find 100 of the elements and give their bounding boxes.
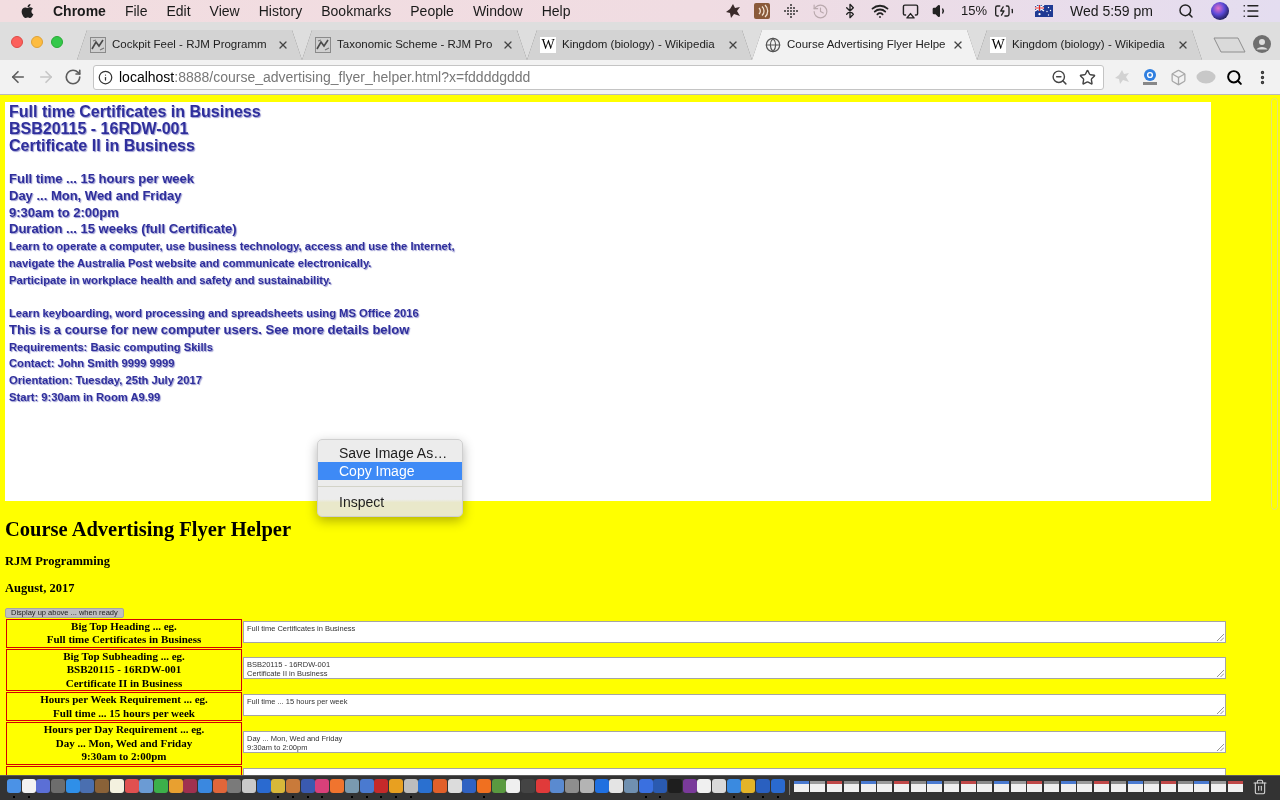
circle-badge-icon[interactable] (1142, 68, 1158, 86)
window-thumbnail-icon[interactable] (860, 781, 876, 792)
flyer-text-line: Start: 9:30am in Room A9.99 (9, 389, 161, 405)
site-favicon: W (990, 37, 1006, 53)
menu-item[interactable]: Chrome (53, 0, 106, 22)
list-icon[interactable] (1242, 2, 1260, 20)
menu-item[interactable]: Edit (166, 0, 191, 22)
menu-item[interactable]: File (124, 0, 148, 22)
url-field[interactable]: localhost:8888/course_advertising_flyer_helper.html?x=fddddgddd (93, 64, 1104, 90)
browser-tab[interactable]: Taxonomic Scheme - RJM Pro (302, 30, 527, 60)
zoom-out-icon[interactable] (1051, 68, 1068, 86)
resize-handle-icon[interactable] (1217, 743, 1224, 751)
orb-icon[interactable] (1211, 2, 1229, 20)
page-title: Course Advertising Flyer Helper (5, 517, 291, 541)
window-thumbnail-icon[interactable] (1010, 781, 1026, 792)
window-thumbnail-icon[interactable] (1227, 781, 1243, 792)
window-thumbnail-icon[interactable] (927, 781, 943, 792)
resize-handle-icon[interactable] (1217, 670, 1224, 678)
flyer-heading: Full time Certificates in Business (9, 104, 261, 121)
close-icon[interactable] (952, 39, 964, 51)
flyer-text-line: Duration ... 15 weeks (full Certificate) (9, 221, 237, 238)
flyer-text-line: 9:30am to 2:00pm (9, 204, 119, 222)
window-thumbnail-icon[interactable] (1060, 781, 1076, 792)
window-thumbnail-icon[interactable] (943, 781, 959, 792)
star-icon[interactable] (1079, 68, 1096, 86)
window-thumbnail-icon[interactable] (1194, 781, 1210, 792)
app-icon[interactable] (403, 779, 418, 798)
search-icon[interactable] (1178, 3, 1194, 19)
window-thumbnail-icon[interactable] (977, 781, 993, 792)
window-thumbnail-icon[interactable] (893, 781, 909, 792)
window-thumbnail-icon[interactable] (1177, 781, 1193, 792)
window-thumbnail-icon[interactable] (843, 781, 859, 792)
menu-item[interactable]: Window (472, 0, 523, 22)
window-thumbnail-icon[interactable] (1127, 781, 1143, 792)
label-cell: Big Top Subheading ... eg. BSB20115 - 16RDW-001 Certificate II in Business (6, 648, 242, 691)
window-thumbnail-icon[interactable] (910, 781, 926, 792)
close-icon[interactable] (1177, 39, 1189, 51)
close-icon[interactable] (502, 39, 514, 51)
close-icon[interactable] (277, 39, 289, 51)
flyer-text-line: navigate the Australia Post website and communicate electronically. (9, 255, 372, 271)
window-thumbnail-icon[interactable] (994, 781, 1009, 792)
wifi-icon[interactable] (870, 2, 889, 20)
menu-item[interactable]: Help (541, 0, 571, 22)
date-text: August, 2017 (5, 580, 75, 596)
window-thumbnail-icon[interactable] (827, 781, 843, 792)
menu-item[interactable]: History (258, 0, 303, 22)
trash-icon[interactable] (1251, 779, 1268, 795)
window-thumbnail-icon[interactable] (1077, 781, 1093, 792)
app-icon[interactable] (271, 779, 286, 798)
splat-icon[interactable] (724, 3, 741, 19)
info-icon[interactable] (98, 69, 113, 85)
browser-tab[interactable]: Cockpit Feel - RJM Programm (77, 30, 302, 60)
browser-tab[interactable]: Course Advertising Flyer Helpe (752, 30, 977, 60)
close-icon[interactable] (727, 39, 739, 51)
label-cell: Big Top Heading ... eg. Full time Certificates in Business (6, 618, 242, 648)
window-thumbnail-icon[interactable] (1210, 781, 1226, 792)
menu-item[interactable]: Inspect (318, 493, 462, 511)
window-thumbnail-icon[interactable] (1110, 781, 1126, 792)
thumbnail-icon (90, 37, 106, 53)
window-thumbnail-icon[interactable] (877, 781, 893, 792)
flyer-text-line: Full time ... 15 hours per week (9, 171, 194, 188)
window-thumbnail-icon[interactable] (960, 781, 976, 792)
window-thumbnail-icon[interactable] (1027, 781, 1043, 792)
flyer-text-line: Learn to operate a computer, use business technology, access and use the Internet, (9, 239, 455, 254)
app-icon[interactable] (741, 779, 756, 798)
search-icon[interactable] (1225, 68, 1243, 86)
url-text: localhost:8888/course_advertising_flyer_helper.html?x=fddddgddd (119, 68, 531, 86)
globe-icon (765, 37, 781, 53)
window-thumbnail-icon[interactable] (1094, 781, 1110, 792)
window-thumbnail-icon[interactable] (793, 781, 809, 792)
flyer-text-line: Learn keyboarding, word processing and spreadsheets using MS Office 2016 (9, 306, 419, 321)
window-thumbnail-icon[interactable] (810, 781, 826, 792)
menu-item[interactable]: People (410, 0, 454, 22)
window-thumbnail-icon[interactable] (1044, 781, 1060, 792)
flyer-text-line: Contact: John Smith 9999 9999 (9, 356, 175, 372)
flyer-heading: Certificate II in Business (9, 137, 195, 155)
flyer-text-line: This is a course for new computer users. See more details below (9, 321, 410, 339)
flyer-text-line: Day ... Mon, Wed and Friday (9, 187, 182, 205)
resize-handle-icon[interactable] (1217, 633, 1224, 641)
browser-tab[interactable]: W Kingdom (biology) - Wikipedia (977, 30, 1202, 60)
app-icon[interactable] (21, 779, 36, 798)
clock-text[interactable]: Wed 5:59 pm (1070, 0, 1153, 22)
flyer-heading: BSB20115 - 16RDW-001 (9, 120, 189, 138)
sound-waves-icon[interactable] (753, 3, 770, 19)
window-thumbnail-icon[interactable] (1160, 781, 1176, 792)
battery-percent: 15% (960, 2, 987, 20)
apple-icon[interactable] (20, 3, 35, 19)
menu-item[interactable]: View (209, 0, 240, 22)
menu-item[interactable]: Save Image As… (318, 444, 462, 462)
window-thumbnail-icon[interactable] (1144, 781, 1160, 792)
resize-handle-icon[interactable] (1217, 707, 1224, 714)
flag-icon[interactable] (1035, 5, 1053, 17)
profile-icon[interactable] (1253, 35, 1271, 53)
flyer-text-line: Requirements: Basic computing Skills (9, 339, 213, 355)
menu-item[interactable]: Bookmarks (321, 0, 392, 22)
dots-grid-icon[interactable] (782, 3, 799, 19)
browser-tab[interactable]: W Kingdom (biology) - Wikipedia (527, 30, 752, 60)
close-button[interactable] (11, 36, 23, 48)
app-icon[interactable] (388, 779, 403, 798)
airplay-icon[interactable] (901, 2, 919, 20)
